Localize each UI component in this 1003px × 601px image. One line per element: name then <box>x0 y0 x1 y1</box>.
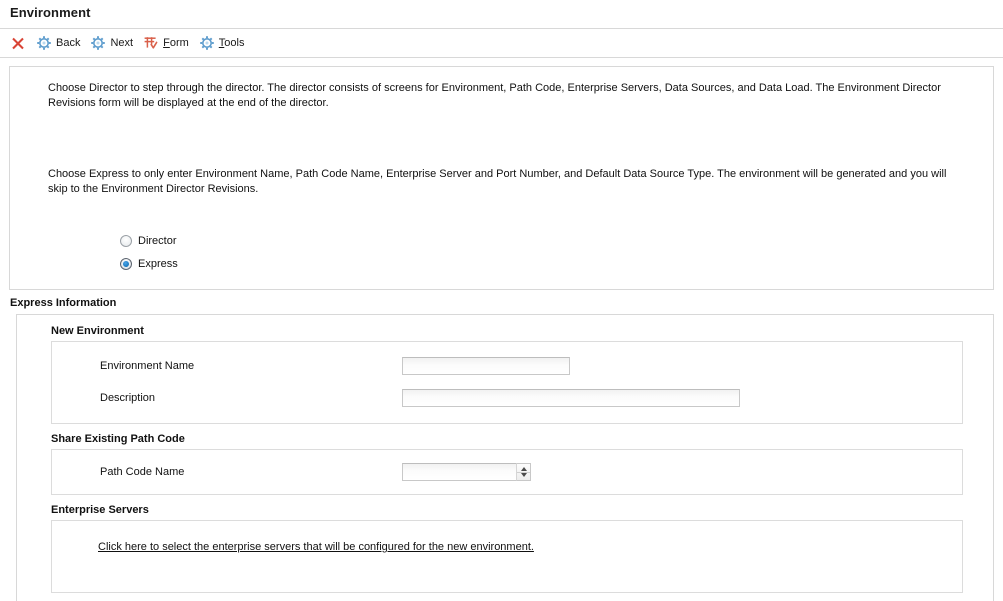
field-row-description: Description <box>52 387 962 409</box>
toolbar-form-label-rest: orm <box>169 36 189 49</box>
toolbar-next-button[interactable]: Next <box>88 32 139 54</box>
express-information-box: New Environment Environment Name Descrip… <box>16 314 994 601</box>
radio-option-express[interactable]: Express <box>120 254 993 274</box>
radio-director-icon[interactable] <box>120 235 132 247</box>
intro-text-block: Choose Director to step through the dire… <box>10 67 993 203</box>
express-information-section: Express Information New Environment Envi… <box>0 297 1003 601</box>
path-code-spinner-buttons[interactable] <box>516 463 531 481</box>
form-grid-icon <box>143 35 159 51</box>
enterprise-servers-link[interactable]: Click here to select the enterprise serv… <box>98 541 534 553</box>
gear-icon <box>90 35 106 51</box>
page-header: Environment <box>0 0 1003 29</box>
environment-name-input[interactable] <box>402 357 570 375</box>
path-code-name-input[interactable] <box>402 463 516 481</box>
toolbar-back-button[interactable]: Back <box>34 32 86 54</box>
share-path-code-group: Path Code Name <box>51 449 963 495</box>
new-environment-group: Environment Name Description <box>51 341 963 424</box>
description-label: Description <box>100 391 156 404</box>
new-environment-label: New Environment <box>51 325 144 337</box>
radio-express-icon[interactable] <box>120 258 132 270</box>
share-path-code-label: Share Existing Path Code <box>51 433 185 445</box>
path-code-name-label: Path Code Name <box>100 465 185 478</box>
environment-name-label: Environment Name <box>100 359 195 372</box>
toolbar-next-label: Next <box>110 36 134 49</box>
toolbar-tools-button[interactable]: Tools <box>197 32 251 54</box>
toolbar-back-label: Back <box>56 36 81 49</box>
description-input[interactable] <box>402 389 740 407</box>
mode-radio-group: Director Express <box>10 203 993 289</box>
express-information-title: Express Information <box>10 297 117 309</box>
toolbar-tools-label-rest: ools <box>224 36 245 49</box>
close-x-icon <box>10 35 26 51</box>
enterprise-servers-link-row: Click here to select the enterprise serv… <box>52 540 962 554</box>
director-mode-panel: Choose Director to step through the dire… <box>9 66 994 290</box>
spinner-down-icon[interactable] <box>517 472 530 480</box>
intro-paragraph-director: Choose Director to step through the dire… <box>48 82 941 109</box>
page-title: Environment <box>10 5 91 20</box>
toolbar-close-button[interactable] <box>8 32 32 54</box>
field-row-environment-name: Environment Name <box>52 355 962 377</box>
field-row-path-code-name: Path Code Name <box>52 461 962 483</box>
radio-express-label: Express <box>138 257 178 270</box>
enterprise-servers-group: Click here to select the enterprise serv… <box>51 520 963 593</box>
toolbar-form-label: Form <box>163 36 189 49</box>
radio-option-director[interactable]: Director <box>120 231 993 251</box>
toolbar-form-button[interactable]: Form <box>141 32 195 54</box>
intro-paragraph-express: Choose Express to only enter Environment… <box>48 168 947 195</box>
path-code-name-stepper[interactable] <box>402 463 531 481</box>
enterprise-servers-label: Enterprise Servers <box>51 504 149 516</box>
gear-icon <box>199 35 215 51</box>
radio-director-label: Director <box>138 234 177 247</box>
spinner-up-icon[interactable] <box>517 464 530 472</box>
gear-icon <box>36 35 52 51</box>
toolbar: Back Next Form Tools <box>0 29 1003 58</box>
toolbar-tools-label: Tools <box>218 36 245 49</box>
